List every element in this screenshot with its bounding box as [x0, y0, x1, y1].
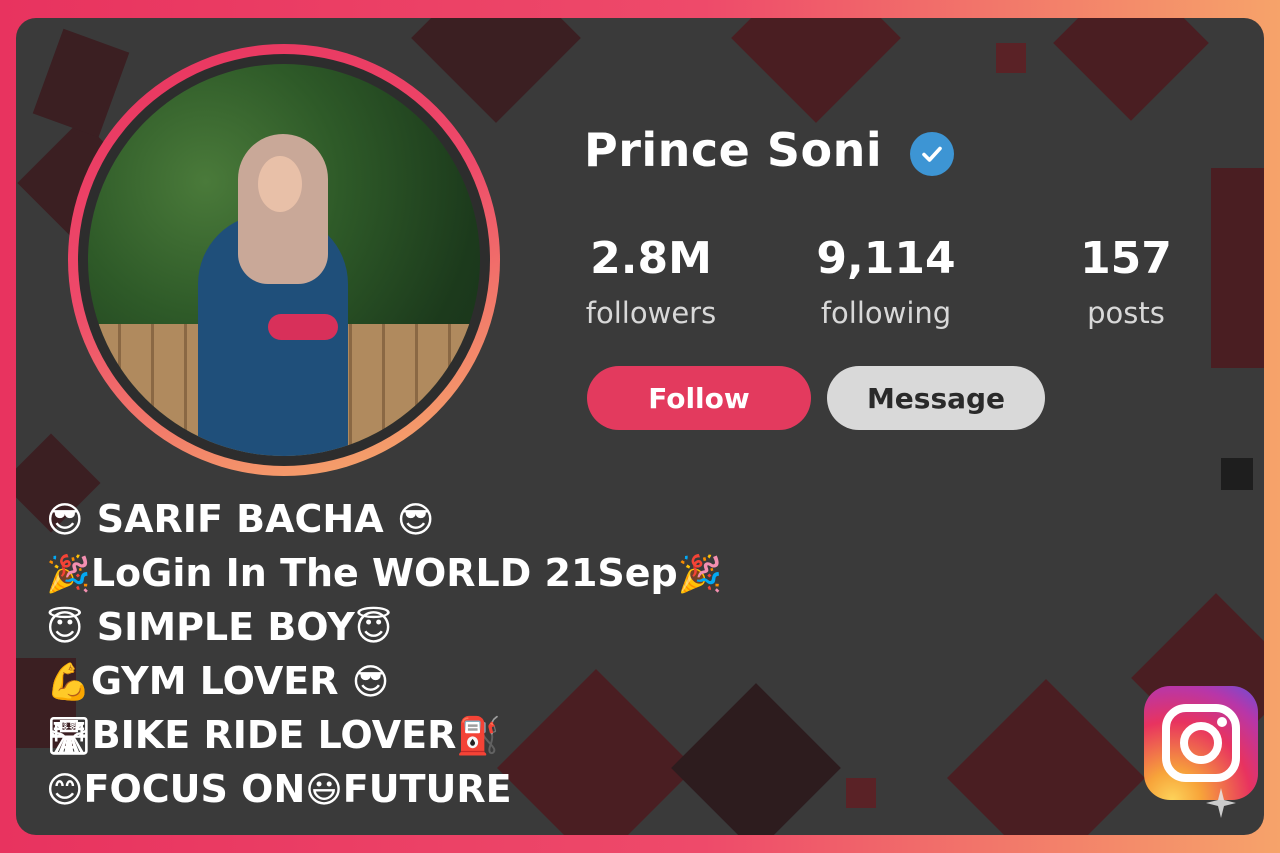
instagram-logo-icon — [1144, 686, 1258, 800]
avatar-border — [78, 54, 490, 466]
avatar-photo-face — [258, 156, 302, 212]
stat-followers-value[interactable]: 2.8M — [576, 233, 726, 284]
decor-shape — [846, 778, 876, 808]
bio-line: 💪GYM LOVER 😎 — [46, 659, 390, 703]
decor-shape — [947, 679, 1145, 835]
avatar-story-ring[interactable] — [68, 44, 500, 476]
decor-shape — [731, 18, 901, 123]
stat-posts-label[interactable]: posts — [1051, 296, 1201, 330]
avatar[interactable] — [88, 64, 480, 456]
party-popper-emoji-icon: 🎉 — [677, 554, 723, 595]
verified-badge-icon — [910, 132, 954, 176]
decor-shape — [1221, 458, 1253, 490]
decor-shape — [32, 28, 130, 138]
flexed-biceps-emoji-icon: 💪 — [46, 662, 91, 703]
sunglasses-emoji-icon: 😎 — [396, 500, 435, 541]
stat-following-value[interactable]: 9,114 — [811, 233, 961, 284]
stat-following-label[interactable]: following — [811, 296, 961, 330]
fuel-pump-emoji-icon: ⛽ — [456, 716, 502, 757]
grinning-emoji-icon: 😃 — [305, 770, 343, 811]
party-popper-emoji-icon: 🎉 — [46, 554, 91, 595]
follow-button[interactable]: Follow — [587, 366, 811, 430]
avatar-photo-bag — [268, 314, 338, 340]
decor-shape — [1053, 18, 1209, 121]
decor-shape — [996, 43, 1026, 73]
smiling-emoji-icon: 😊 — [46, 770, 84, 811]
message-button[interactable]: Message — [827, 366, 1045, 430]
bio-line: 😎 SARIF BACHA 😎 — [46, 497, 435, 541]
bio-line: 😊FOCUS ON😃FUTURE — [46, 767, 512, 811]
profile-bio: 😎 SARIF BACHA 😎 🎉LoGin In The WORLD 21Se… — [46, 493, 723, 817]
bio-line: 😇 SIMPLE BOY😇 — [46, 605, 393, 649]
bio-line: 🛣BIKE RIDE LOVER⛽ — [46, 713, 502, 757]
sparkle-icon — [1206, 788, 1236, 818]
profile-card: Prince Soni 2.8M followers 9,114 followi… — [16, 18, 1264, 835]
halo-emoji-icon: 😇 — [46, 608, 84, 649]
sunglasses-emoji-icon: 😎 — [46, 500, 84, 541]
stat-followers-label[interactable]: followers — [576, 296, 726, 330]
motorway-emoji-icon: 🛣 — [46, 716, 92, 757]
profile-username: Prince Soni — [584, 123, 883, 177]
decor-shape — [1211, 168, 1264, 368]
sunglasses-emoji-icon: 😎 — [351, 662, 390, 703]
bio-line: 🎉LoGin In The WORLD 21Sep🎉 — [46, 551, 723, 595]
stat-posts-value[interactable]: 157 — [1051, 233, 1201, 284]
halo-emoji-icon: 😇 — [354, 608, 393, 649]
